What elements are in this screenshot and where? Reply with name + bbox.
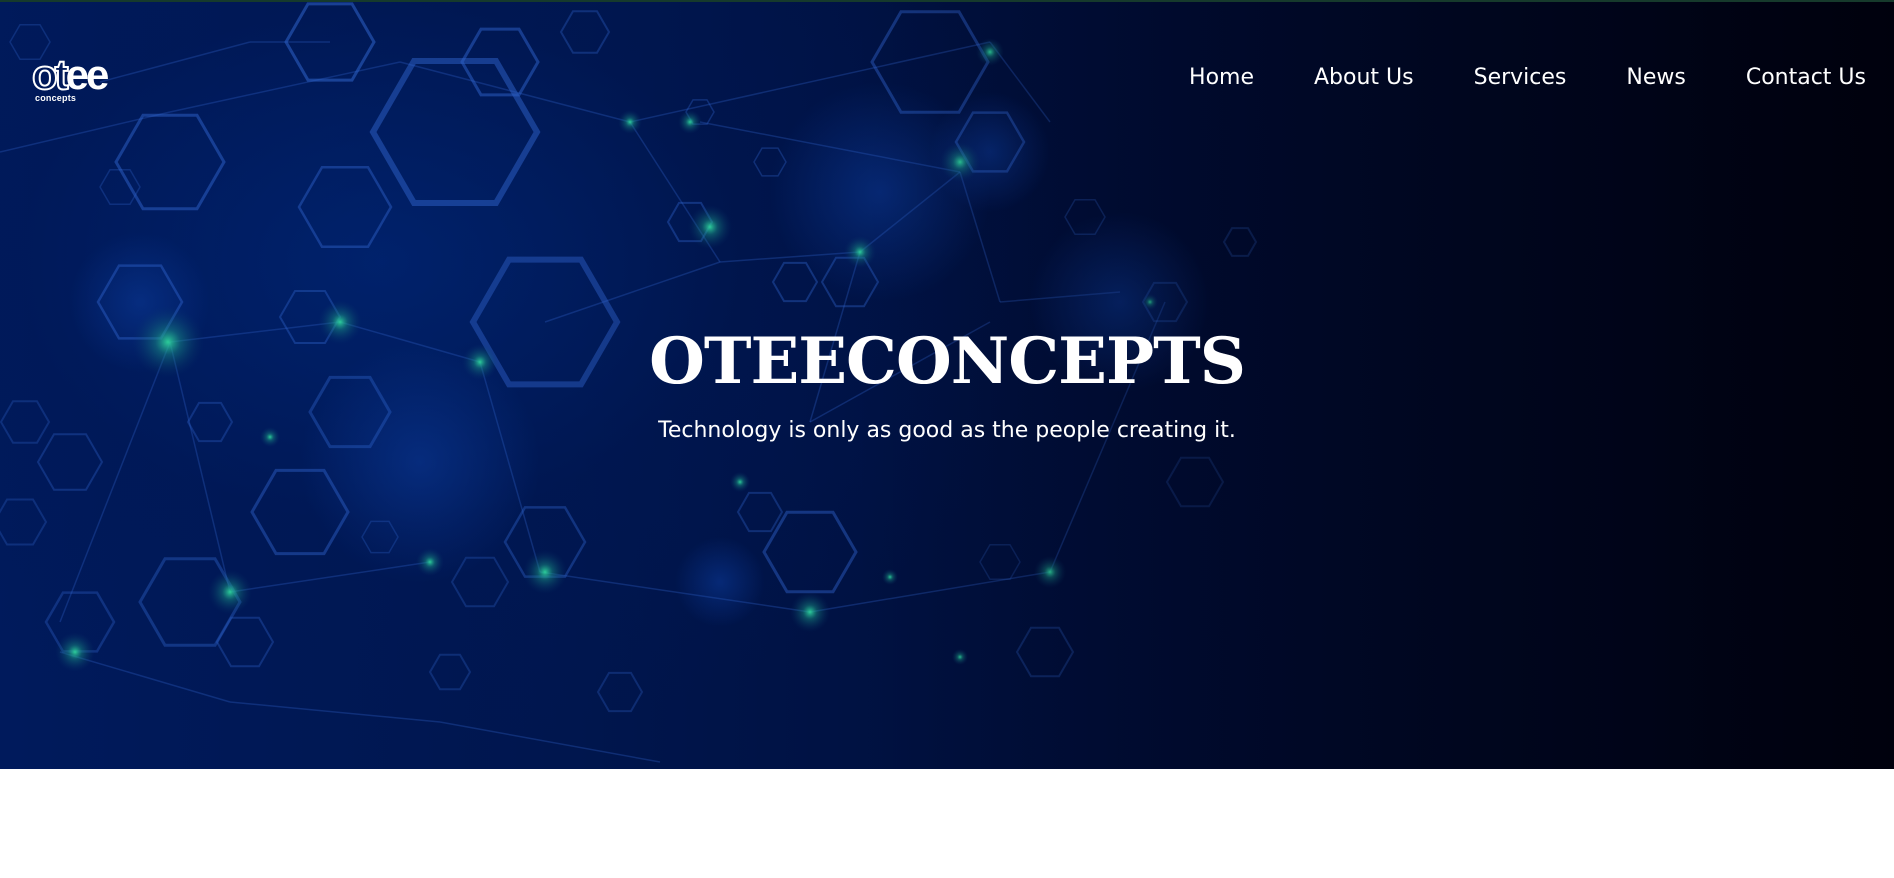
logo-subtext: concepts xyxy=(35,93,77,103)
logo-wordmark: otee xyxy=(31,51,110,98)
logo-wordmark-outline: ot xyxy=(31,51,70,98)
nav-item-contact-us[interactable]: Contact Us xyxy=(1746,62,1866,94)
nav-item-services[interactable]: Services xyxy=(1474,62,1567,94)
nav-item-home[interactable]: Home xyxy=(1189,62,1254,94)
logo-wordmark-solid: ee xyxy=(65,51,110,98)
main-navigation: Home About Us Services News Contact Us xyxy=(1129,62,1866,94)
nav-item-news[interactable]: News xyxy=(1626,62,1685,94)
page-content-area xyxy=(0,769,1894,878)
brand-logo[interactable]: otee concepts xyxy=(31,51,142,106)
hero-banner: otee concepts Home About Us Services New… xyxy=(0,0,1894,769)
nav-item-about-us[interactable]: About Us xyxy=(1314,62,1414,94)
hero-tagline: Technology is only as good as the people… xyxy=(658,418,1236,443)
hero-title: OTEECONCEPTS xyxy=(649,324,1246,399)
